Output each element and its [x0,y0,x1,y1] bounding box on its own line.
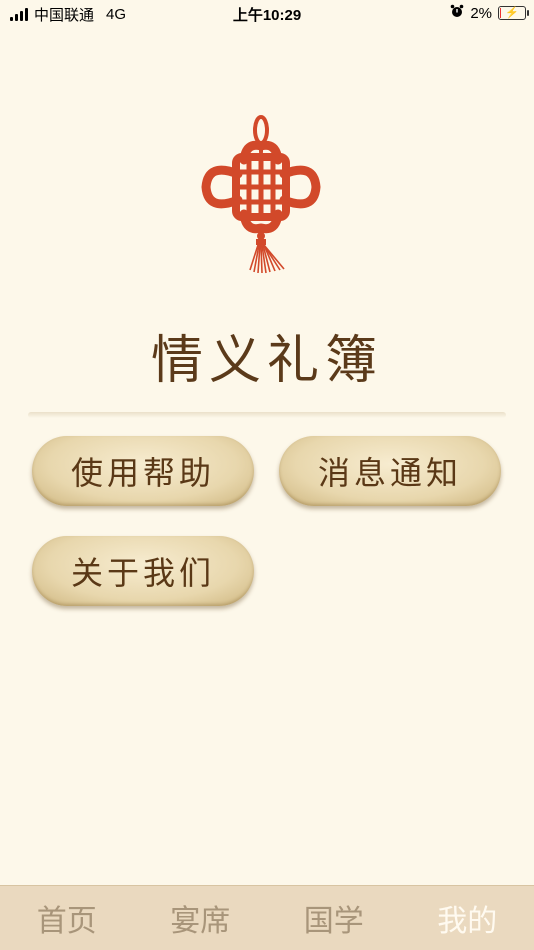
tab-banquet[interactable]: 宴席 [134,886,268,950]
tab-guoxue[interactable]: 国学 [267,886,401,950]
alarm-icon [450,4,464,22]
notifications-button[interactable]: 消息通知 [279,436,501,506]
battery-icon: ⚡ [498,6,529,20]
status-right: 2% ⚡ [450,4,529,22]
tab-mine[interactable]: 我的 [401,886,534,950]
chinese-knot-icon [196,112,326,277]
battery-level [500,8,501,18]
battery-percent: 2% [470,4,492,22]
status-bar: 中国联通 4G 上午10:29 2% ⚡ [0,0,534,30]
app-title: 情义礼簿 [150,331,383,391]
about-button[interactable]: 关于我们 [32,536,254,606]
divider [28,412,506,418]
help-button[interactable]: 使用帮助 [32,436,254,506]
tab-bar: 首页 宴席 国学 我的 [0,885,534,950]
tab-home[interactable]: 首页 [0,886,134,950]
